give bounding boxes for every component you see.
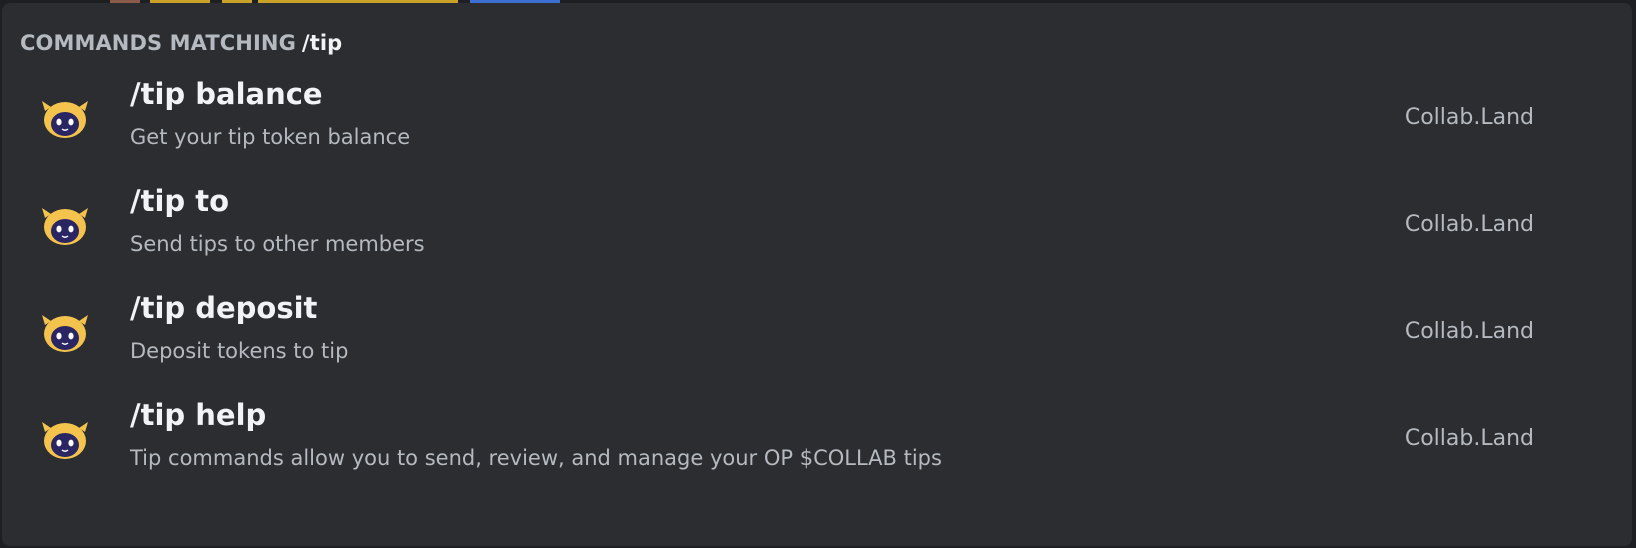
command-name: /tip balance xyxy=(130,77,323,111)
command-source: Collab.Land xyxy=(1404,105,1534,130)
command-name: /tip to xyxy=(130,184,230,218)
header-query: /tip xyxy=(301,31,343,55)
collab-land-bot-icon xyxy=(42,315,88,352)
command-option-tip-deposit[interactable]: /tip deposit Deposit tokens to tip Colla… xyxy=(18,277,1616,385)
command-name: /tip help xyxy=(130,398,267,432)
command-option-tip-balance[interactable]: /tip balance Get your tip token balance … xyxy=(18,63,1616,171)
command-description: Get your tip token balance xyxy=(130,125,411,149)
command-name: /tip deposit xyxy=(130,291,318,325)
command-description: Send tips to other members xyxy=(130,232,425,256)
command-option-tip-to[interactable]: /tip to Send tips to other members Colla… xyxy=(18,170,1616,278)
command-autocomplete-popup: COMMANDS MATCHING/tip /tip balance Get y… xyxy=(2,3,1632,546)
header-label: COMMANDS MATCHING xyxy=(20,31,296,55)
command-description: Tip commands allow you to send, review, … xyxy=(130,446,942,470)
autocomplete-header: COMMANDS MATCHING/tip xyxy=(20,31,342,55)
command-source: Collab.Land xyxy=(1404,319,1534,344)
command-source: Collab.Land xyxy=(1404,426,1534,451)
collab-land-bot-icon xyxy=(42,208,88,245)
command-source: Collab.Land xyxy=(1404,212,1534,237)
collab-land-bot-icon xyxy=(42,422,88,459)
command-description: Deposit tokens to tip xyxy=(130,339,349,363)
collab-land-bot-icon xyxy=(42,101,88,138)
command-option-tip-help[interactable]: /tip help Tip commands allow you to send… xyxy=(18,384,1616,492)
